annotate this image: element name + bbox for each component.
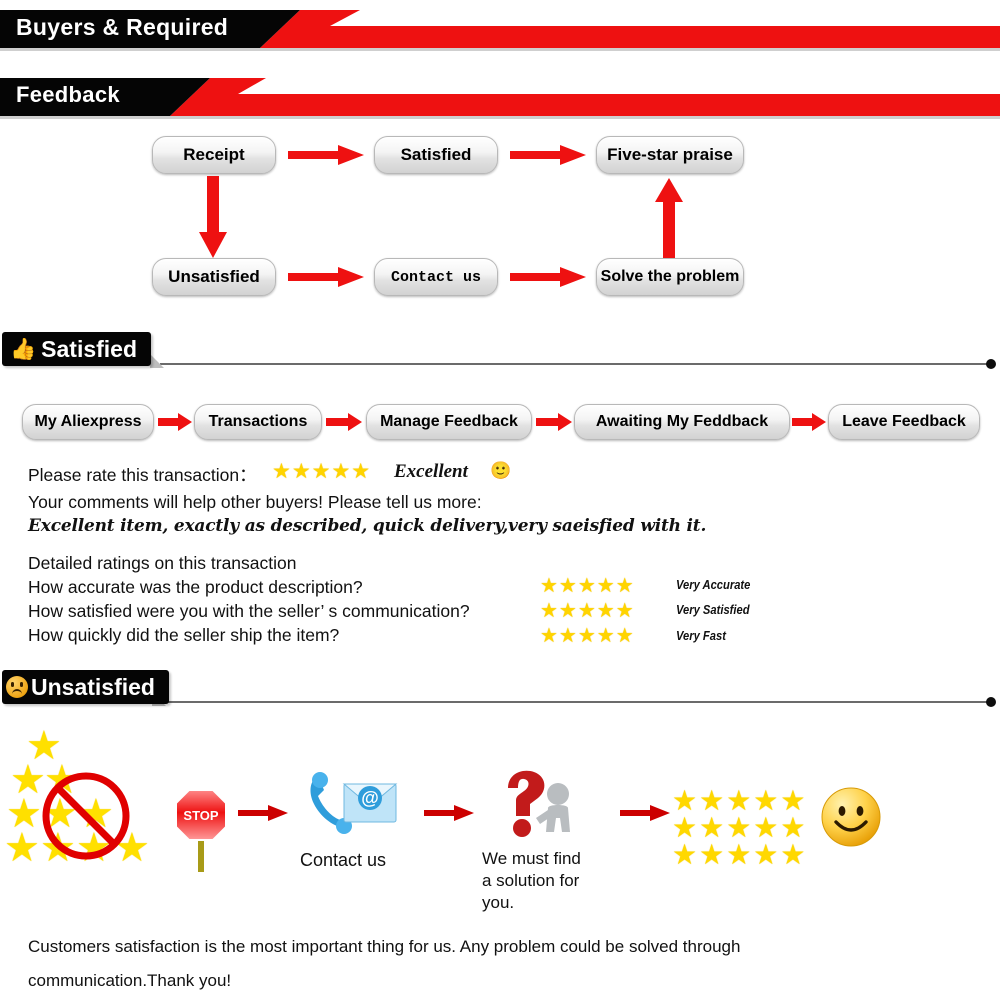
section-rule-dot	[986, 359, 996, 369]
solution-line-3: you.	[482, 893, 515, 912]
smiley-face-icon	[820, 786, 882, 853]
flow-arrow-right-icon	[510, 265, 586, 289]
flow-node-label: Contact us	[390, 268, 481, 286]
question-mark-person-icon	[490, 766, 586, 855]
rating-stars: ★★★★★	[540, 575, 635, 597]
step-arrow-right-icon	[158, 412, 192, 432]
footer-line-2: communication.Thank you!	[28, 971, 232, 990]
detailed-ratings-title: Detailed ratings on this transaction	[28, 553, 297, 573]
rate-prompt: Please rate this transaction：	[28, 465, 257, 485]
illustration-arrow-right-icon	[424, 802, 474, 824]
step-label: Transactions	[208, 413, 308, 430]
step-arrow-right-icon	[536, 412, 572, 432]
banner-title-0: Buyers & Required	[16, 14, 229, 40]
svg-text:@: @	[361, 788, 379, 808]
flow-node-satisfied[interactable]: Satisfied	[374, 136, 498, 174]
step-label: Leave Feedback	[842, 413, 966, 430]
banner-buyers-required: Buyers & Required	[0, 10, 1000, 51]
flow-node-unsatisfied[interactable]: Unsatisfied	[152, 258, 276, 296]
five-star-grid-icon: ★★★★★ ★★★★★ ★★★★★	[672, 785, 808, 870]
unsatisfied-badge-label: Unsatisfied	[31, 673, 155, 700]
section-rule	[160, 701, 988, 703]
no-bad-rating-icon: ★ ★ ★ ★ ★ ★ ★ ★ ★ ★	[4, 724, 150, 870]
flow-node-five-star-praise[interactable]: Five-star praise	[596, 136, 744, 174]
step-label: Manage Feedback	[380, 413, 518, 430]
stop-sign-icon: STOP	[172, 786, 230, 877]
comment-prompt: Your comments will help other buyers! Pl…	[28, 492, 482, 512]
flow-node-solve-the-problem[interactable]: Solve the problem	[596, 258, 744, 296]
contact-us-label: Contact us	[300, 850, 387, 870]
flow-node-label: Unsatisfied	[168, 267, 260, 286]
step-awaiting-my-feedback[interactable]: Awaiting My Feddback	[574, 404, 790, 440]
flow-arrow-right-icon	[288, 265, 364, 289]
rate-word: Excellent	[394, 461, 468, 482]
footer-line-1: Customers satisfaction is the most impor…	[28, 937, 741, 956]
phone-email-icon: @	[300, 770, 400, 851]
rate-stars: ★★★★★	[272, 460, 372, 483]
banner-shape	[0, 78, 1000, 119]
badge-fold-icon	[150, 354, 164, 368]
rating-question: How satisfied were you with the seller’ …	[28, 601, 470, 621]
step-manage-feedback[interactable]: Manage Feedback	[366, 404, 532, 440]
flow-node-contact-us[interactable]: Contact us	[374, 258, 498, 296]
step-arrow-right-icon	[792, 412, 826, 432]
rate-smiley-icon: 🙂	[490, 461, 512, 480]
flow-node-receipt[interactable]: Receipt	[152, 136, 276, 174]
flow-arrow-down-icon	[198, 176, 228, 258]
rating-label: Very Satisfied	[676, 602, 750, 617]
prohibition-icon	[42, 772, 130, 860]
banner-feedback: Feedback	[0, 78, 1000, 119]
feedback-instructions-page: Buyers & Required Feedback Receipt Satis…	[0, 0, 1000, 1000]
frowning-face-icon	[6, 676, 28, 698]
flow-arrow-up-icon	[654, 178, 684, 258]
step-transactions[interactable]: Transactions	[194, 404, 322, 440]
step-my-aliexpress[interactable]: My Aliexpress	[22, 404, 154, 440]
step-arrow-right-icon	[326, 412, 362, 432]
satisfied-badge-label: Satisfied	[41, 335, 138, 362]
step-label: My Aliexpress	[34, 413, 142, 430]
solution-line-1: We must find	[482, 849, 581, 868]
banner-title-1: Feedback	[16, 82, 120, 107]
flow-arrow-right-icon	[288, 143, 364, 167]
illustration-arrow-right-icon	[620, 802, 670, 824]
rating-stars: ★★★★★	[540, 600, 635, 622]
flow-node-label: Solve the problem	[600, 268, 740, 285]
illustration-arrow-right-icon	[238, 802, 288, 824]
comment-text: Excellent item, exactly as described, qu…	[28, 516, 707, 536]
flow-node-label: Satisfied	[400, 145, 472, 164]
step-leave-feedback[interactable]: Leave Feedback	[828, 404, 980, 440]
stop-label: STOP	[183, 808, 218, 823]
step-label: Awaiting My Feddback	[595, 413, 769, 430]
section-rule-dot	[986, 697, 996, 707]
solution-label: We must find a solution for you.	[482, 848, 608, 914]
rating-label: Very Accurate	[676, 577, 751, 592]
rating-stars: ★★★★★	[540, 625, 635, 647]
satisfied-badge: 👍 Satisfied	[2, 332, 152, 366]
rating-question: How quickly did the seller ship the item…	[28, 625, 340, 645]
unsatisfied-badge: Unsatisfied	[2, 670, 169, 704]
rating-label: Very Fast	[676, 628, 726, 643]
thumbs-up-icon: 👍	[10, 337, 37, 361]
flow-arrow-right-icon	[510, 143, 586, 167]
section-rule	[160, 363, 988, 365]
flow-node-label: Five-star praise	[607, 145, 733, 164]
solution-line-2: a solution for	[482, 871, 580, 890]
rating-question: How accurate was the product description…	[28, 577, 363, 597]
flow-node-label: Receipt	[183, 145, 245, 164]
